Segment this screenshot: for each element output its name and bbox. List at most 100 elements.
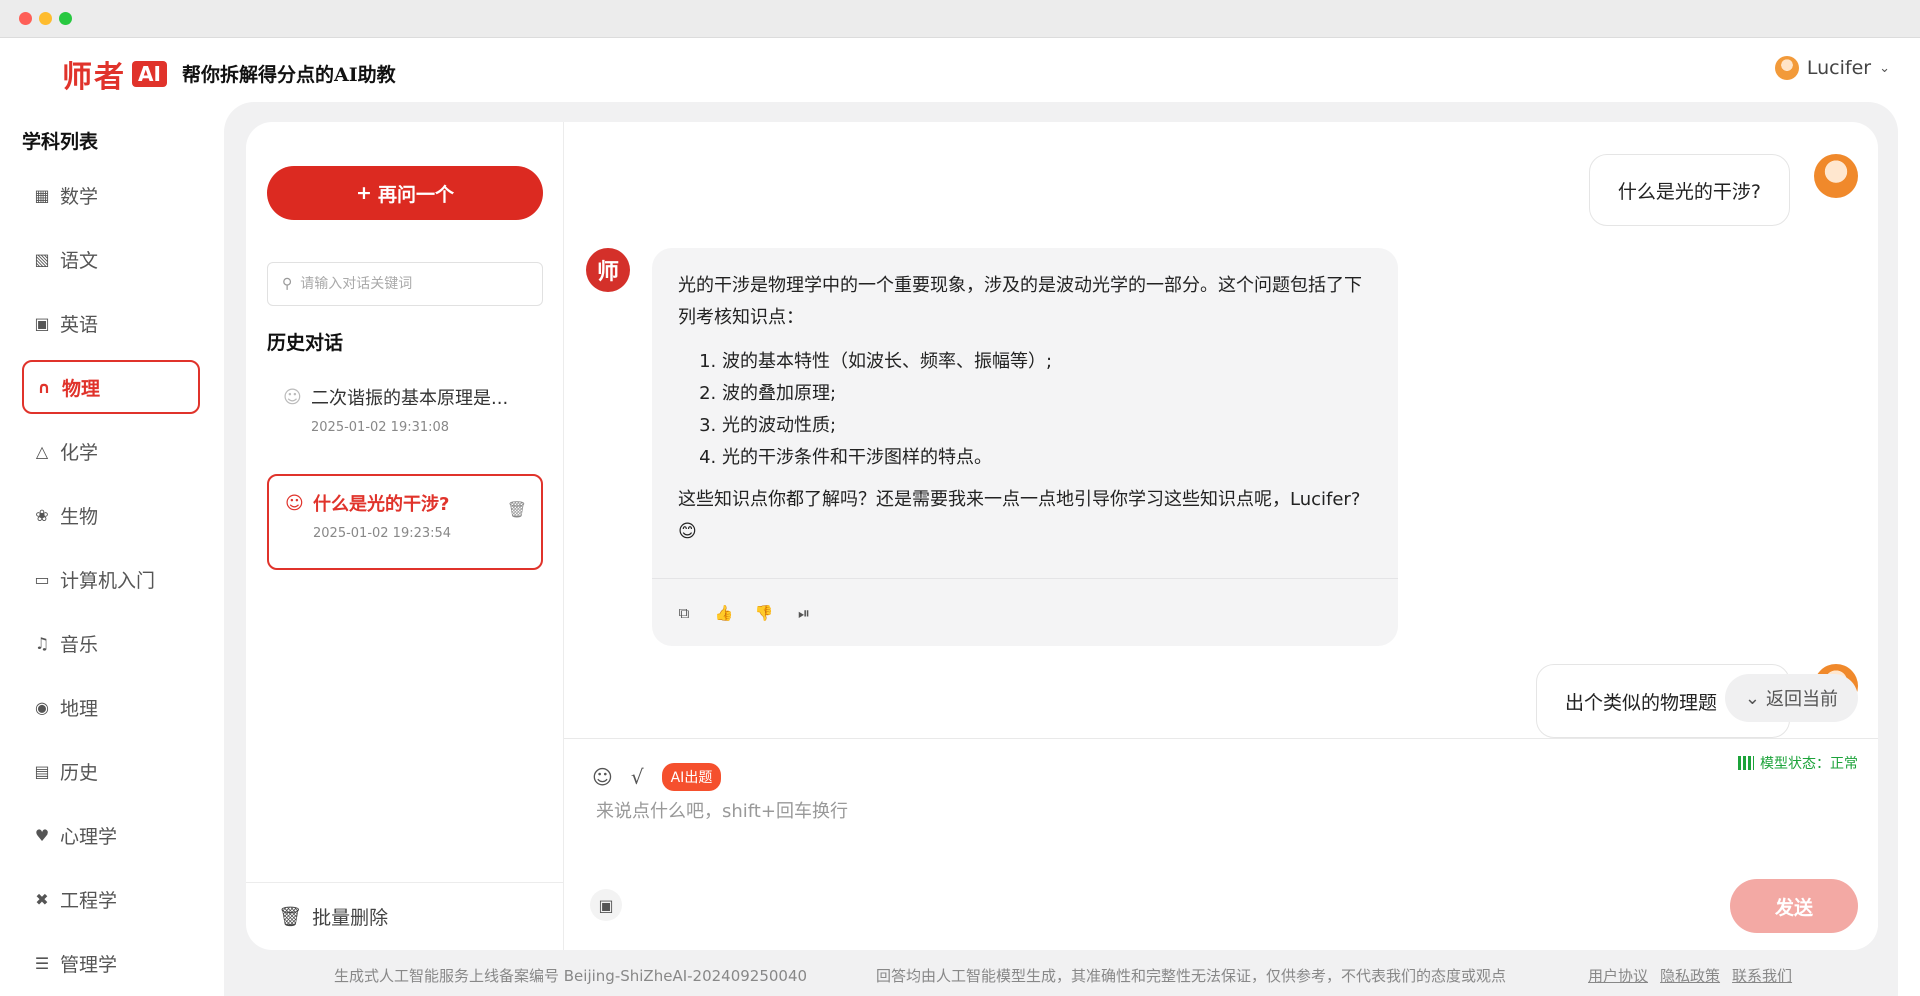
globe-icon: ◉ (35, 697, 49, 717)
batch-delete-button[interactable]: 🗑 批量删除 (246, 882, 564, 950)
knowledge-points-list: 波的基本特性（如波长、频率、振幅等）; 波的叠加原理; 光的波动性质; 光的干涉… (678, 346, 1372, 474)
footer: 生成式人工智能服务上线备案编号 Beijing-ShiZheAI-2024092… (224, 960, 1898, 990)
batch-delete-label: 批量删除 (312, 907, 389, 929)
subject-item-physics[interactable]: ∩ 物理 (22, 360, 200, 414)
thumbs-down-icon[interactable]: 👎 (755, 604, 774, 622)
subject-item-music[interactable]: ♫ 音乐 (22, 616, 200, 670)
subject-item-chemistry[interactable]: △ 化学 (22, 424, 200, 478)
heart-icon: ♥ (34, 825, 50, 845)
list-item: 波的基本特性（如波长、频率、振幅等）; (722, 346, 1372, 378)
avatar (1814, 154, 1858, 198)
play-icon[interactable]: ⏯ (796, 604, 812, 622)
contact-us-link[interactable]: 联系我们 (1732, 965, 1792, 986)
bot-outro: 这些知识点你都了解吗？还是需要我来一点一点地引导你学习这些知识点呢，Lucife… (678, 489, 1361, 542)
list-item: 光的干涉条件和干涉图样的特点。 (722, 442, 1372, 474)
subject-label: 心理学 (60, 825, 118, 848)
history-sidebar: + 再问一个 ⚲ 历史对话 ☺ 二次谐振的基本原理是... 2025-01-02… (246, 122, 564, 950)
subject-label: 化学 (60, 441, 99, 464)
history-icon: ▤ (34, 761, 50, 781)
chat-panel: + 再问一个 ⚲ 历史对话 ☺ 二次谐振的基本原理是... 2025-01-02… (246, 122, 1878, 950)
chat-bubble-icon: ☺ (285, 492, 304, 514)
subject-item-engineering[interactable]: ✖ 工程学 (22, 872, 200, 926)
subject-item-management[interactable]: ☰ 管理学 (22, 936, 200, 990)
model-status: 模型状态：正常 (1738, 753, 1858, 773)
minimize-window-button[interactable] (39, 12, 52, 25)
chevron-down-icon: ⌄ (1879, 60, 1890, 76)
subject-item-math[interactable]: ▦ 数学 (22, 168, 200, 222)
send-button[interactable]: 发送 (1730, 879, 1858, 933)
ai-question-button[interactable]: AI出题 (661, 763, 722, 791)
trash-icon[interactable]: 🗑 (507, 500, 527, 519)
subject-label: 数学 (60, 185, 99, 208)
list-item: 波的叠加原理; (722, 378, 1372, 410)
subjects-title: 学科列表 (22, 131, 99, 153)
subject-item-psychology[interactable]: ♥ 心理学 (22, 808, 200, 862)
user-menu[interactable]: Lucifer ⌄ (1774, 56, 1890, 80)
new-question-button[interactable]: + 再问一个 (267, 166, 543, 220)
search-input[interactable] (300, 276, 521, 292)
subject-item-biology[interactable]: ❀ 生物 (22, 488, 200, 542)
bot-intro: 光的干涉是物理学中的一个重要现象，涉及的是波动光学的一部分。这个问题包括了下列考… (678, 275, 1362, 328)
subject-item-computer[interactable]: ▭ 计算机入门 (22, 552, 200, 606)
monitor-icon: ▭ (34, 569, 50, 589)
privacy-policy-link[interactable]: 隐私政策 (1660, 965, 1720, 986)
history-item[interactable]: ☺ 二次谐振的基本原理是... 2025-01-02 19:31:08 (267, 370, 543, 466)
subject-label: 生物 (60, 505, 99, 528)
slogan: 帮你拆解得分点的AI助教 (182, 64, 396, 86)
subject-item-chinese[interactable]: ▧ 语文 (22, 232, 200, 286)
subject-label: 工程学 (60, 889, 118, 912)
user-message: 什么是光的干涉? (1588, 154, 1790, 226)
back-to-current-button[interactable]: ⌄ 返回当前 (1724, 674, 1858, 722)
english-book-icon: ▣ (34, 313, 50, 333)
composer-toolbar: ☺ √ AI出题 (592, 763, 722, 791)
model-status-label: 模型状态：正常 (1760, 756, 1858, 772)
subject-item-geography[interactable]: ◉ 地理 (22, 680, 200, 734)
chevron-down-circle-icon: ⌄ (1744, 687, 1760, 709)
subject-label: 计算机入门 (60, 569, 156, 592)
book-icon: ▧ (34, 249, 50, 269)
user-name: Lucifer (1806, 57, 1872, 79)
logo-badge: AI (132, 61, 167, 87)
history-item-active[interactable]: ☺ 什么是光的干涉? 2025-01-02 19:23:54 🗑 (267, 474, 543, 570)
app-header: 师者 AI 帮你拆解得分点的AI助教 Lucifer ⌄ (0, 38, 1920, 102)
message-input[interactable] (596, 797, 1716, 877)
music-note-icon: ♫ (34, 633, 50, 653)
formula-icon[interactable]: √ (631, 765, 644, 789)
subject-item-english[interactable]: ▣ 英语 (22, 296, 200, 350)
maximize-window-button[interactable] (59, 12, 72, 25)
history-title: 历史对话 (267, 332, 344, 354)
logo[interactable]: 师者 AI (62, 52, 167, 96)
new-question-label: 再问一个 (377, 183, 454, 206)
logo-text: 师者 (62, 60, 126, 95)
subject-label: 地理 (60, 697, 99, 720)
user-agreement-link[interactable]: 用户协议 (1588, 965, 1648, 986)
subject-label: 音乐 (60, 633, 99, 656)
subject-label: 历史 (60, 761, 99, 784)
flask-icon: △ (35, 441, 49, 461)
subject-list: ▦ 数学 ▧ 语文 ▣ 英语 ∩ 物理 △ 化学 ❀ 生物 ▭ 计算机入门 ♫ … (22, 168, 200, 996)
close-window-button[interactable] (19, 12, 32, 25)
message-toolbar: ⧉ 👍 👎 ⏯ (652, 578, 1398, 646)
list-item: 光的波动性质; (722, 410, 1372, 442)
copy-icon[interactable]: ⧉ (676, 604, 692, 622)
subject-label: 英语 (60, 313, 99, 336)
history-item-time: 2025-01-02 19:31:08 (311, 420, 450, 435)
image-upload-icon[interactable]: ▣ (590, 889, 622, 921)
chat-bubble-icon: ☺ (283, 386, 302, 408)
footer-links: 用户协议 隐私政策 联系我们 (1588, 965, 1792, 986)
bug-icon: ❀ (35, 505, 49, 525)
subject-item-history[interactable]: ▤ 历史 (22, 744, 200, 798)
calculator-icon: ▦ (34, 185, 50, 205)
thumbs-up-icon[interactable]: 👍 (715, 604, 734, 622)
emoji-icon[interactable]: ☺ (592, 765, 613, 789)
search-icon: ⚲ (282, 276, 293, 292)
disclaimer: 回答均由人工智能模型生成，其准确性和完整性无法保证，仅供参考，不代表我们的态度或… (876, 966, 1507, 985)
trash-icon: 🗑 (278, 906, 303, 928)
history-item-time: 2025-01-02 19:23:54 (313, 526, 452, 541)
record-number: 生成式人工智能服务上线备案编号 Beijing-ShiZheAI-2024092… (334, 966, 808, 985)
bot-message: 光的干涉是物理学中的一个重要现象，涉及的是波动光学的一部分。这个问题包括了下列考… (652, 248, 1398, 646)
history-item-title: 二次谐振的基本原理是... (311, 388, 509, 409)
bot-avatar: 师 (586, 248, 630, 292)
subject-label: 管理学 (60, 953, 118, 976)
subject-label: 物理 (62, 377, 101, 400)
